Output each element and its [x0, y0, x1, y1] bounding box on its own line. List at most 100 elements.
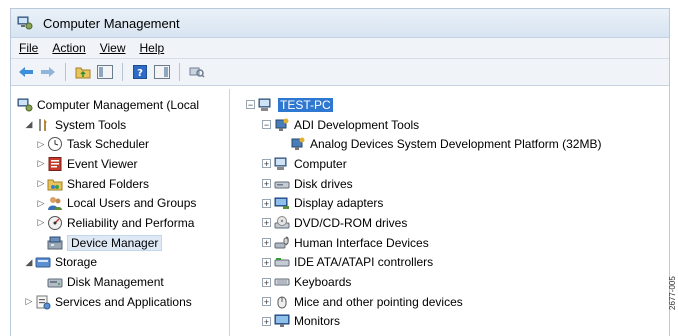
expand-box-icon[interactable]: +: [262, 218, 271, 228]
tree-label: Mice and other pointing devices: [294, 294, 463, 309]
tree-label: Analog Devices System Development Platfo…: [310, 137, 602, 152]
expand-box-icon[interactable]: +: [262, 159, 271, 169]
device-category-adi[interactable]: − ADI Development Tools: [230, 115, 669, 135]
expand-triangle-icon[interactable]: ▷: [35, 198, 47, 209]
event-viewer-icon: [47, 156, 63, 172]
menu-help[interactable]: Help: [140, 41, 165, 55]
svg-text:?: ?: [137, 68, 143, 79]
expand-triangle-icon[interactable]: ▷: [35, 139, 47, 150]
tree-item-shared-folders[interactable]: ▷ Shared Folders: [11, 174, 229, 194]
expand-triangle-icon[interactable]: ▷: [23, 296, 35, 307]
device-category-dvd[interactable]: + DVD/CD-ROM drives: [230, 213, 669, 233]
tree-label: Disk drives: [294, 176, 353, 191]
expand-box-icon[interactable]: +: [262, 238, 271, 248]
tree-item-task-scheduler[interactable]: ▷ Task Scheduler: [11, 134, 229, 154]
window-title: Computer Management: [43, 15, 180, 31]
forward-arrow-icon[interactable]: [39, 63, 57, 81]
tree-label: DVD/CD-ROM drives: [294, 215, 408, 230]
tree-label: ADI Development Tools: [294, 117, 420, 132]
device-category-disk-drives[interactable]: + Disk drives: [230, 174, 669, 194]
up-folder-icon[interactable]: [74, 63, 92, 81]
tree-item-storage[interactable]: ◢ Storage: [11, 253, 229, 273]
device-tree-root[interactable]: − TEST-PC: [230, 95, 669, 115]
tree-item-device-manager[interactable]: Device Manager: [11, 233, 229, 253]
expand-triangle-icon[interactable]: ▷: [35, 178, 47, 189]
disk-drive-icon: [274, 176, 290, 192]
device-category-mice[interactable]: + Mice and other pointing devices: [230, 292, 669, 312]
device-category-hid[interactable]: + Human Interface Devices: [230, 233, 669, 253]
tree-item-reliability[interactable]: ▷ Reliability and Performa: [11, 213, 229, 233]
tree-label: Display adapters: [294, 196, 384, 211]
menu-bar: File Action View Help: [11, 38, 669, 59]
tree-item-event-viewer[interactable]: ▷ Event Viewer: [11, 154, 229, 174]
tree-item-system-tools[interactable]: ◢ System Tools: [11, 115, 229, 135]
device-category-display-adapters[interactable]: + Display adapters: [230, 193, 669, 213]
scan-hardware-icon[interactable]: [188, 63, 206, 81]
collapse-box-icon[interactable]: −: [262, 120, 271, 130]
help-icon[interactable]: ?: [131, 63, 149, 81]
show-action-pane-icon[interactable]: [153, 63, 171, 81]
expand-triangle-icon[interactable]: ▷: [35, 217, 47, 228]
adi-device-icon: [290, 136, 306, 152]
device-tree: − TEST-PC − ADI Development Tools Analog…: [230, 89, 669, 336]
mouse-icon: [274, 294, 290, 310]
tree-label: Human Interface Devices: [294, 235, 429, 250]
device-category-monitors[interactable]: + Monitors: [230, 312, 669, 332]
expand-box-icon[interactable]: +: [262, 198, 271, 208]
keyboard-icon: [274, 274, 290, 290]
expand-triangle-icon[interactable]: ▷: [35, 158, 47, 169]
adi-device-icon: [274, 117, 290, 133]
expand-box-icon[interactable]: +: [262, 277, 271, 287]
back-arrow-icon[interactable]: [17, 63, 35, 81]
tree-item-services[interactable]: ▷ Services and Applications: [11, 292, 229, 312]
device-adi-platform[interactable]: Analog Devices System Development Platfo…: [230, 134, 669, 154]
tools-icon: [35, 117, 51, 133]
toolbar-separator: [65, 63, 66, 81]
menu-file[interactable]: File: [19, 41, 38, 55]
collapse-triangle-icon[interactable]: ◢: [23, 257, 35, 268]
tree-item-local-users[interactable]: ▷ Local Users and Groups: [11, 193, 229, 213]
shared-folder-icon: [47, 176, 63, 192]
toolbar: ?: [11, 59, 669, 86]
tree-label: Reliability and Performa: [67, 215, 195, 230]
menu-view[interactable]: View: [100, 41, 126, 55]
tree-label: Local Users and Groups: [67, 196, 197, 211]
dvd-drive-icon: [274, 215, 290, 231]
menu-action[interactable]: Action: [52, 41, 85, 55]
tree-label: Monitors: [294, 314, 341, 329]
tree-label: Shared Folders: [67, 176, 150, 191]
users-icon: [47, 195, 63, 211]
tree-item-disk-management[interactable]: Disk Management: [11, 272, 229, 292]
expand-box-icon[interactable]: +: [262, 316, 271, 326]
monitor-icon: [274, 313, 290, 329]
ide-controller-icon: [274, 254, 290, 270]
tree-label: Event Viewer: [67, 156, 138, 171]
collapse-box-icon[interactable]: −: [246, 100, 255, 110]
tree-label: Keyboards: [294, 275, 352, 290]
expand-box-icon[interactable]: +: [262, 297, 271, 307]
disk-icon: [47, 274, 63, 290]
storage-icon: [35, 254, 51, 270]
device-category-keyboards[interactable]: + Keyboards: [230, 272, 669, 292]
toolbar-separator: [122, 63, 123, 81]
computer-management-window: Computer Management File Action View Hel…: [10, 8, 670, 336]
expand-box-icon[interactable]: +: [262, 179, 271, 189]
services-icon: [35, 294, 51, 310]
show-hide-tree-icon[interactable]: [96, 63, 114, 81]
collapse-triangle-icon[interactable]: ◢: [23, 119, 35, 130]
tree-label: Services and Applications: [55, 294, 192, 309]
tree-label: System Tools: [55, 117, 127, 132]
toolbar-separator: [179, 63, 180, 81]
computer-icon: [274, 156, 290, 172]
display-adapter-icon: [274, 195, 290, 211]
panes: Computer Management (Local ◢ System Tool…: [11, 89, 669, 336]
computer-management-icon: [17, 15, 33, 31]
tree-label: Task Scheduler: [67, 137, 150, 152]
tree-label: Storage: [55, 255, 98, 270]
tree-item-computer-management[interactable]: Computer Management (Local: [11, 95, 229, 115]
device-category-ide[interactable]: + IDE ATA/ATAPI controllers: [230, 253, 669, 273]
expand-box-icon[interactable]: +: [262, 257, 271, 267]
tree-label: TEST-PC: [278, 97, 333, 112]
computer-icon: [258, 97, 274, 113]
device-category-computer[interactable]: + Computer: [230, 154, 669, 174]
